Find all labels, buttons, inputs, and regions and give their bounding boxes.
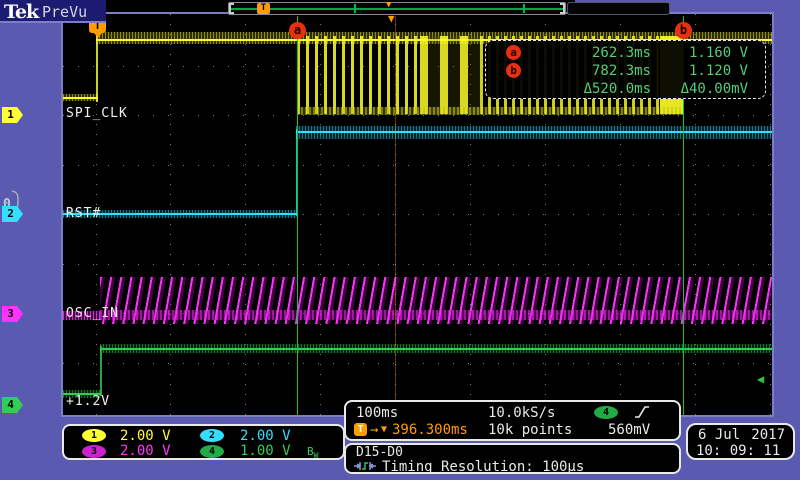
ch1-label: SPI_CLK	[66, 106, 128, 121]
trigger-delay-icon: T	[354, 423, 367, 436]
sample-rate: 10.0kS/s	[488, 405, 556, 421]
gridline	[63, 264, 772, 265]
trigger-level-arrow[interactable]: ◀	[757, 372, 764, 386]
cursor-a-value: 1.160 V	[688, 45, 748, 61]
ch1-clock-burst	[297, 36, 420, 114]
cursor-b-record-tick	[523, 4, 525, 13]
ch1-scale: 2.00 V	[120, 428, 171, 444]
logo-band: Tek PreVu	[0, 0, 106, 23]
trigger-source-badge: 4	[594, 406, 618, 419]
acquisition-preview-bar: T ▼	[228, 0, 566, 15]
clock-time: 10: 09: 11	[696, 443, 781, 459]
ch2-label: RST#	[66, 206, 102, 221]
record-length: 10k points	[488, 422, 573, 438]
bandwidth-limit-badge: BW	[307, 445, 319, 461]
ch3-position-marker[interactable]: 3	[2, 306, 23, 322]
digital-bus-label: D15-D0	[356, 445, 403, 460]
ch2-scale: 2.00 V	[240, 428, 291, 444]
cursor-a-time: 262.3ms	[591, 45, 651, 61]
ch1-rising-edge	[96, 36, 98, 102]
message-area	[567, 2, 670, 15]
cursor-readout-box: a 262.3ms 1.160 V b 782.3ms 1.120 V Δ520…	[485, 40, 766, 99]
tek-logo: Tek	[4, 1, 39, 23]
record-line	[231, 8, 563, 10]
cursor-delta-value: Δ40.00mV	[680, 81, 748, 97]
cursor-b-tag[interactable]: b	[675, 22, 692, 39]
ch4-high-trace	[100, 348, 772, 350]
cursor-b-time: 782.3ms	[591, 63, 651, 79]
gridline	[63, 165, 772, 166]
ch2-position-marker[interactable]: 2	[2, 206, 23, 222]
record-window-left-bracket	[229, 3, 234, 14]
datetime-box: 6 Jul 2017 10: 09: 11	[686, 423, 795, 460]
ch1-clock-burst	[420, 36, 480, 114]
ch4-scale: 1.00 V	[240, 443, 291, 459]
timing-resolution-icon	[354, 462, 376, 470]
ch4-rising-edge	[100, 346, 102, 396]
date-day: 6 Jul	[698, 427, 741, 443]
horizontal-trigger-box: 100ms 10.0kS/s 4 T → ▼ 396.300ms 10k poi…	[344, 400, 681, 441]
ch1-low-trace	[63, 97, 98, 99]
ch3-scale: 2.00 V	[120, 443, 171, 459]
date-year: 2017	[751, 427, 785, 443]
ch3-oscillation-base	[100, 310, 772, 320]
delay-arrow-icon: →	[370, 422, 379, 438]
rising-edge-icon	[635, 406, 649, 418]
ch1-badge[interactable]: 1	[82, 429, 106, 442]
ch3-label: OSC_IN	[66, 306, 119, 321]
ch4-label: +1.2V	[66, 394, 111, 409]
cursor-b-value: 1.120 V	[688, 63, 748, 79]
cursor-a-badge: a	[506, 45, 521, 60]
gridline	[63, 115, 772, 116]
ch4-badge[interactable]: 4	[200, 445, 224, 458]
expansion-record-icon: ▼	[386, 0, 392, 10]
horizontal-scale: 100ms	[356, 405, 399, 421]
delay-triangle-icon: ▼	[381, 424, 388, 435]
cursor-b-badge: b	[506, 63, 521, 78]
cursor-a-line[interactable]	[297, 16, 298, 415]
cursor-a-record-tick	[354, 4, 356, 13]
trigger-record-marker[interactable]: T	[257, 3, 270, 14]
trigger-level: 560mV	[608, 422, 651, 438]
ch3-badge[interactable]: 3	[82, 445, 106, 458]
ch1-position-marker[interactable]: 1	[2, 107, 23, 123]
digital-bus-box: D15-D0 Timing Resolution: 100μs	[344, 443, 681, 475]
horizontal-delay: 396.300ms	[392, 422, 468, 438]
ch4-position-marker[interactable]: 4	[2, 397, 23, 413]
ch2-high-trace	[296, 131, 772, 133]
cursor-a-tag[interactable]: a	[289, 22, 306, 39]
channel-scales-box: 1 2.00 V 2 2.00 V 3 2.00 V 4 1.00 V BW	[62, 424, 345, 460]
record-window-right-bracket	[560, 3, 565, 14]
expansion-point-line	[395, 16, 396, 415]
gridline	[63, 363, 772, 364]
cursor-delta-time: Δ520.0ms	[583, 81, 651, 97]
acquisition-mode-label: PreVu	[42, 3, 88, 21]
timing-resolution: Timing Resolution: 100μs	[382, 459, 585, 475]
oscilloscope-screen: ▼ a b T ◀ SPI_CLK RST# OSC_IN +1.2V Tek …	[0, 0, 800, 480]
ch2-badge[interactable]: 2	[200, 429, 224, 442]
ch1-burst-bottom-envelope	[297, 107, 683, 115]
